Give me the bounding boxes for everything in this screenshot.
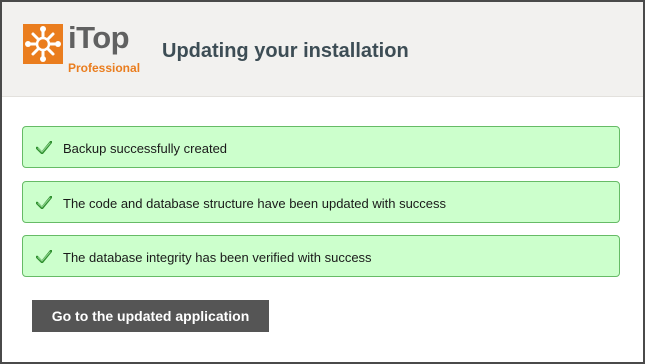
header: iTop Professional Updating your installa… [2,2,643,97]
step-text: The database integrity has been verified… [63,250,372,265]
go-to-application-button[interactable]: Go to the updated application [32,300,269,332]
itop-logo-icon [23,24,63,64]
step-text: The code and database structure have bee… [63,196,447,211]
step-backup: Backup successfully created [22,126,620,168]
logo-name: iTop [68,20,130,55]
check-icon [36,250,52,263]
step-integrity-check: The database integrity has been verified… [22,235,620,277]
logo-edition: Professional [68,61,141,75]
check-icon [36,141,52,154]
page-title: Updating your installation [162,40,409,62]
wizard-window: iTop Professional Updating your installa… [0,0,645,364]
step-structure-update: The code and database structure have bee… [22,181,620,223]
check-icon [36,196,52,209]
step-text: Backup successfully created [63,141,228,156]
